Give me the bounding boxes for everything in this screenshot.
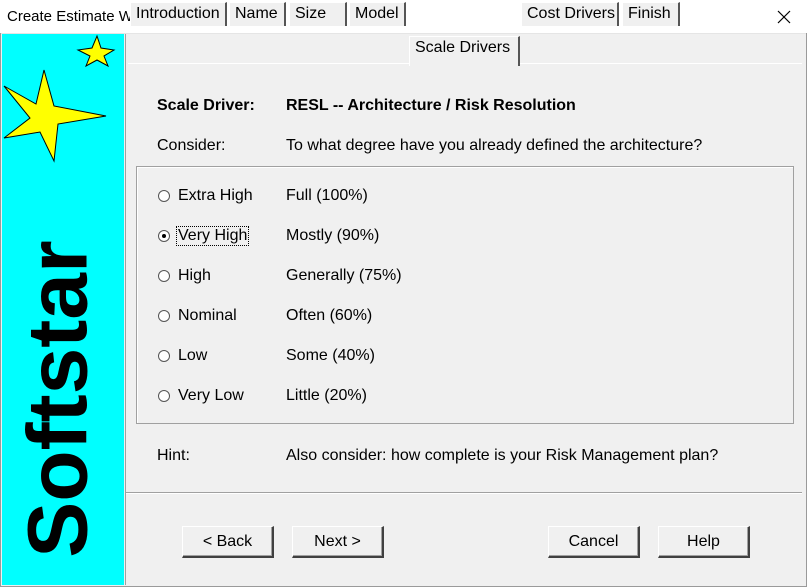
help-button[interactable]: Help <box>658 526 750 558</box>
back-button[interactable]: < Back <box>182 526 274 558</box>
next-button[interactable]: Next > <box>292 526 384 558</box>
brand-logo-text: Softstar <box>10 240 105 558</box>
rating-description: Little (20%) <box>286 387 367 404</box>
cancel-button[interactable]: Cancel <box>548 526 640 558</box>
rating-description: Generally (75%) <box>286 267 402 284</box>
rating-description: Some (40%) <box>286 347 375 364</box>
rating-label[interactable]: Very Low <box>178 387 244 405</box>
tab-cost-drivers[interactable]: Cost Drivers <box>521 2 619 26</box>
consider-label: Consider: <box>157 137 226 154</box>
scale-driver-value: RESL -- Architecture / Risk Resolution <box>286 97 576 114</box>
rating-description: Full (100%) <box>286 187 368 204</box>
radio-button[interactable] <box>158 350 170 362</box>
close-icon <box>777 10 791 23</box>
radio-button[interactable] <box>158 390 170 402</box>
close-button[interactable] <box>761 0 807 33</box>
radio-button[interactable] <box>158 190 170 202</box>
tab-finish[interactable]: Finish <box>622 2 680 26</box>
rating-label[interactable]: Nominal <box>178 307 237 325</box>
rating-label[interactable]: Very High <box>175 226 250 246</box>
sidebar-banner: Softstar <box>2 34 124 585</box>
sidebar-divider <box>125 34 126 585</box>
tab-name[interactable]: Name <box>229 2 286 26</box>
rating-description: Often (60%) <box>286 307 373 324</box>
rating-label[interactable]: High <box>178 267 211 285</box>
hint-label: Hint: <box>157 447 190 464</box>
hint-text: Also consider: how complete is your Risk… <box>286 447 719 464</box>
star-icon <box>3 34 116 163</box>
rating-description: Mostly (90%) <box>286 227 380 244</box>
radio-button[interactable] <box>158 310 170 322</box>
button-bar-divider <box>126 493 802 494</box>
radio-button-selected[interactable] <box>158 230 170 242</box>
tab-introduction[interactable]: Introduction <box>130 2 227 26</box>
tab-scale-drivers[interactable]: Scale Drivers <box>409 36 520 66</box>
consider-text: To what degree have you already defined … <box>286 137 703 154</box>
tab-size[interactable]: Size <box>289 2 347 26</box>
tab-model[interactable]: Model <box>349 2 406 26</box>
radio-button[interactable] <box>158 270 170 282</box>
scale-driver-label: Scale Driver: <box>157 97 255 114</box>
rating-label[interactable]: Low <box>178 347 207 365</box>
rating-label[interactable]: Extra High <box>178 187 253 205</box>
window-border <box>0 33 1 587</box>
